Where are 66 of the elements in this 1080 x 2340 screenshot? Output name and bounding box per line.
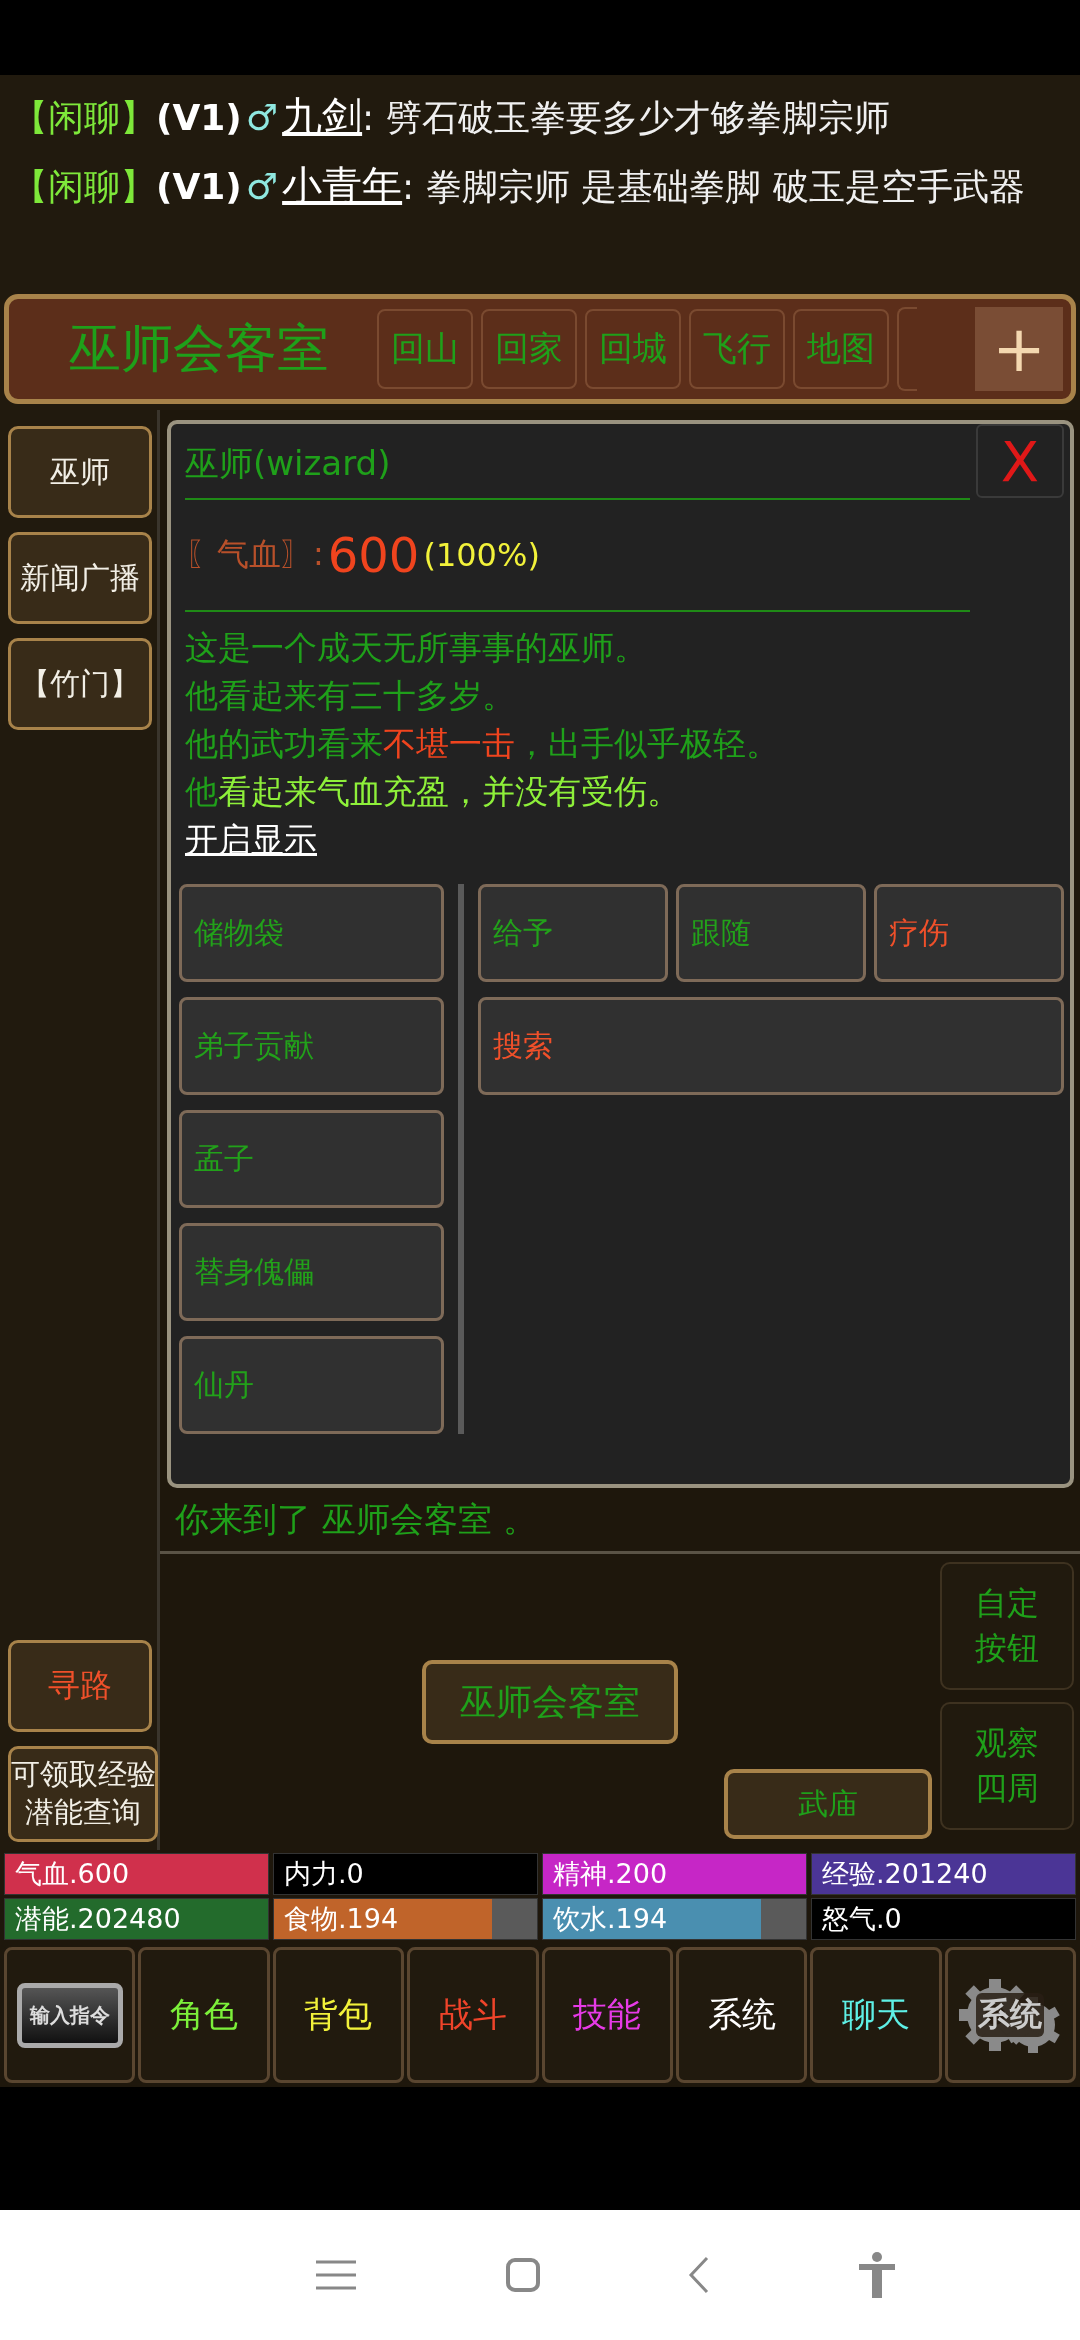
back-icon[interactable] [687, 2256, 710, 2294]
hp-value: 600 [327, 527, 420, 583]
add-button[interactable]: + [975, 307, 1063, 391]
stat-label: 食物.194 [284, 1902, 399, 1936]
nav-tab[interactable]: 背包 [272, 1947, 405, 2083]
player-name-link[interactable]: 九剑 [282, 89, 363, 144]
accessibility-icon[interactable] [856, 2251, 897, 2299]
sidebar-button[interactable]: 新闻广播 [8, 532, 152, 624]
item-button[interactable]: 仙丹 [179, 1336, 444, 1434]
nav-tab[interactable]: 战斗 [407, 1947, 539, 2083]
stat-label: 精神.200 [553, 1857, 668, 1891]
stat-label: 经验.201240 [822, 1857, 988, 1891]
action-button[interactable]: 跟随 [676, 884, 866, 982]
gender-icon: ♂ [245, 97, 279, 138]
hp-label: 〖气血〗: [185, 534, 324, 575]
npc-title: 巫师(wizard) [185, 442, 392, 485]
item-button[interactable]: 储物袋 [179, 884, 444, 982]
description-line: 他的武功看来不堪一击，出手似乎极轻。 [185, 723, 780, 765]
stat-label: 饮水.194 [553, 1902, 668, 1936]
shortcut-button[interactable]: 地图 [793, 309, 889, 389]
arrival-message: 你来到了 巫师会客室 。 [160, 1488, 1080, 1554]
home-icon[interactable] [504, 2257, 541, 2293]
description-line: 他看起来有三十多岁。 [185, 675, 516, 717]
shortcut-button[interactable]: 回家 [481, 309, 577, 389]
exit-button[interactable]: 武庙 [724, 1769, 932, 1839]
sidebar-button[interactable]: 【竹门】 [8, 638, 152, 730]
item-button[interactable]: 替身傀儡 [179, 1223, 444, 1321]
command-input-button[interactable]: 输入指令 [4, 1947, 136, 2083]
location-title: 巫师会客室 [69, 317, 330, 380]
item-button[interactable]: 孟子 [179, 1110, 444, 1208]
close-button[interactable]: X [976, 424, 1064, 498]
action-button[interactable]: 给予 [478, 884, 668, 982]
item-button[interactable]: 弟子贡献 [179, 997, 444, 1095]
player-name-link[interactable]: 小青年 [282, 158, 403, 213]
stat-label: 怒气.0 [822, 1902, 902, 1936]
gear-system-button[interactable]: 系统 [944, 1947, 1076, 2083]
nav-tab[interactable]: 聊天 [810, 1947, 942, 2083]
sidebar-button[interactable]: 巫师 [8, 426, 152, 518]
nav-tab[interactable]: 技能 [541, 1947, 673, 2083]
gender-icon: ♂ [245, 166, 279, 207]
chat-message: : 劈石破玉拳要多少才够拳脚宗师 [362, 96, 890, 140]
shortcut-button[interactable]: 回城 [585, 309, 681, 389]
action-button[interactable]: 搜索 [478, 997, 1064, 1095]
pathfind-button[interactable]: 寻路 [8, 1640, 152, 1732]
show-toggle-link[interactable]: 开启显示 [185, 816, 317, 864]
current-room-button[interactable]: 巫师会客室 [422, 1660, 678, 1744]
hp-percent: (100%) [423, 536, 540, 574]
action-button[interactable]: 疗伤 [874, 884, 1064, 982]
menu-icon[interactable] [313, 2259, 358, 2291]
vip-level: (V1) [156, 166, 242, 207]
side-action-button[interactable]: 观察 四周 [940, 1702, 1074, 1830]
stat-label: 内力.0 [284, 1857, 364, 1891]
side-action-button[interactable]: 自定 按钮 [940, 1562, 1074, 1690]
chat-message: : 拳脚宗师 是基础拳脚 破玉是空手武器 [402, 165, 1025, 209]
vip-level: (V1) [156, 97, 242, 138]
description-line: 这是一个成天无所事事的巫师。 [185, 627, 648, 669]
nav-tab[interactable]: 角色 [138, 1947, 270, 2083]
shortcut-button[interactable]: 飞行 [689, 309, 785, 389]
description-line: 他看起来气血充盈，并没有受伤。 [185, 771, 681, 813]
nav-tab[interactable]: 系统 [675, 1947, 808, 2083]
chat-channel: 【闲聊】 [12, 165, 156, 209]
bonus-query-button[interactable]: 可领取经验 潜能查询 [8, 1746, 158, 1842]
stat-label: 气血.600 [15, 1857, 130, 1891]
stat-label: 潜能.202480 [15, 1902, 181, 1936]
shortcut-button[interactable]: 回山 [377, 309, 473, 389]
chat-channel: 【闲聊】 [12, 96, 156, 140]
